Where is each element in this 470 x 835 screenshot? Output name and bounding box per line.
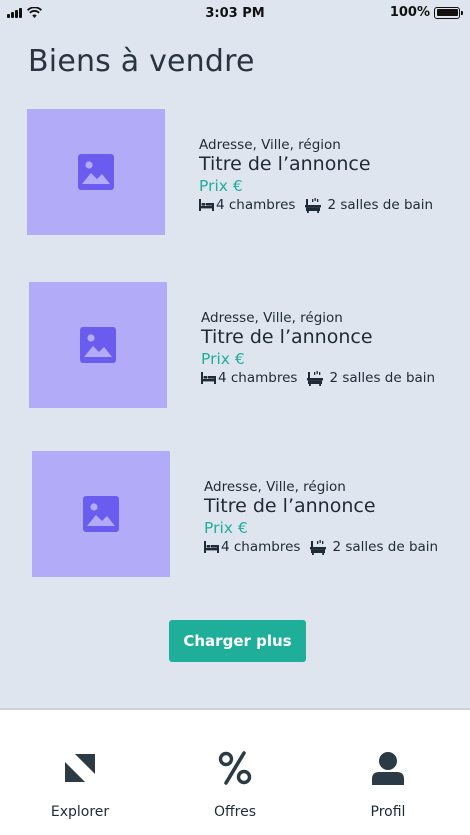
listing-image-placeholder[interactable] [32, 451, 170, 577]
bath-icon [307, 370, 324, 386]
tab-label-profil: Profil [370, 804, 406, 820]
listing-price: Prix € [199, 177, 243, 195]
listing-title[interactable]: Titre de l’annonce [199, 153, 469, 176]
tab-label-offres: Offres [213, 804, 257, 820]
listing-address: Adresse, Ville, région [199, 137, 341, 153]
tab-explorer[interactable]: Explorer [2, 710, 158, 835]
listing-address: Adresse, Ville, région [201, 310, 343, 326]
listing-price: Prix € [204, 519, 248, 537]
listing-features: 4 chambres 2 salles de bain [204, 538, 470, 556]
listing-info: Adresse, Ville, région Titre de l’annonc… [204, 479, 470, 556]
load-more-button[interactable]: Charger plus [169, 620, 306, 662]
battery-icon [434, 6, 463, 19]
listing-card[interactable]: Adresse, Ville, région Titre de l’annonc… [32, 451, 452, 577]
listing-card[interactable]: Adresse, Ville, région Titre de l’annonc… [27, 109, 447, 235]
bedrooms-count: 4 chambres [216, 197, 296, 213]
image-icon [83, 496, 119, 532]
tab-profil[interactable]: Profil [310, 710, 466, 835]
bed-icon [201, 372, 216, 384]
percent-icon [157, 750, 313, 786]
user-icon [310, 750, 466, 786]
bath-icon [305, 197, 322, 213]
listing-features: 4 chambres 2 salles de bain [199, 196, 469, 214]
bed-icon [199, 199, 214, 211]
listing-title[interactable]: Titre de l’annonce [204, 495, 470, 518]
tab-offres[interactable]: Offres [157, 710, 313, 835]
bed-icon [204, 541, 219, 553]
listing-price: Prix € [201, 350, 245, 368]
status-right: 100% [389, 5, 463, 20]
tab-label-explorer: Explorer [50, 804, 110, 820]
page-title: Biens à vendre [28, 44, 255, 79]
bottom-tab-bar: Explorer Offres Profil [0, 708, 470, 835]
bedrooms-count: 4 chambres [218, 370, 298, 386]
listing-info: Adresse, Ville, région Titre de l’annonc… [199, 137, 469, 214]
bathrooms-count: 2 salles de bain [332, 539, 439, 555]
bedrooms-count: 4 chambres [221, 539, 301, 555]
image-icon [78, 154, 114, 190]
battery-percent: 100% [389, 5, 430, 20]
listing-card[interactable]: Adresse, Ville, région Titre de l’annonc… [29, 282, 449, 408]
listing-image-placeholder[interactable] [27, 109, 165, 235]
listing-info: Adresse, Ville, région Titre de l’annonc… [201, 310, 470, 387]
bathrooms-count: 2 salles de bain [327, 197, 434, 213]
bath-icon [310, 539, 327, 555]
listing-address: Adresse, Ville, région [204, 479, 346, 495]
status-bar: 3:03 PM 100% [0, 0, 470, 28]
listing-features: 4 chambres 2 salles de bain [201, 369, 470, 387]
image-icon [80, 327, 116, 363]
listing-title[interactable]: Titre de l’annonce [201, 326, 470, 349]
bathrooms-count: 2 salles de bain [329, 370, 436, 386]
listing-image-placeholder[interactable] [29, 282, 167, 408]
explore-icon [2, 750, 158, 786]
